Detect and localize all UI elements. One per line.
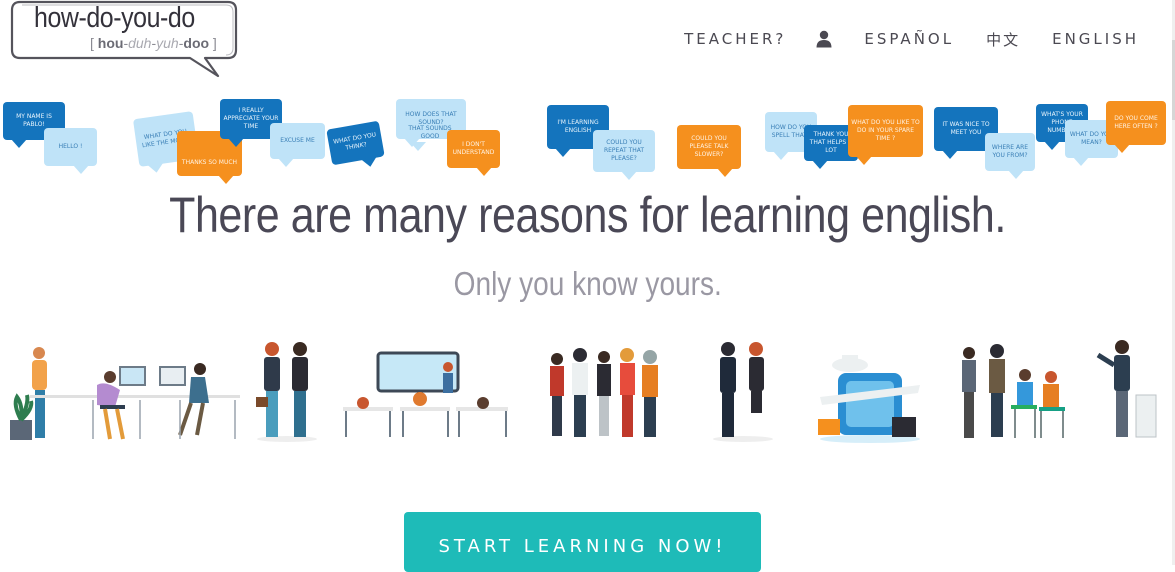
speech-bubble: COULD YOU REPEAT THAT PLEASE? [593, 130, 655, 180]
start-learning-button[interactable]: START LEARNING NOW! [404, 512, 761, 572]
speech-bubbles-banner: MY NAME IS PABLO! HELLO ! WHAT DO YOU LI… [0, 95, 1175, 185]
nav-english-link[interactable]: ENGLISH [1052, 30, 1139, 48]
meeting-illustration [962, 344, 1065, 438]
office-scene-illustration [10, 347, 240, 440]
start-learning-button-label: START LEARNING NOW! [438, 536, 727, 557]
couple-illustration [713, 342, 773, 442]
user-icon[interactable] [816, 30, 832, 48]
nav-chinese-link[interactable]: 中文 [986, 29, 1020, 50]
speech-bubble: COULD YOU PLEASE TALK SLOWER? [677, 125, 741, 177]
speech-bubble: DO YOU COME HERE OFTEN ? [1106, 101, 1166, 153]
nav-espanol-link[interactable]: ESPAÑOL [864, 30, 954, 48]
classroom-illustration [343, 351, 508, 437]
logo-title: how-do-you-do [34, 2, 195, 34]
speech-bubble: HELLO ! [44, 128, 97, 174]
travel-suitcase-illustration [818, 355, 920, 443]
top-navigation: TEACHER? ESPAÑOL 中文 ENGLISH [652, 28, 1139, 50]
page-headline: There are many reasons for learning engl… [169, 187, 1006, 243]
site-logo[interactable]: how-do-you-do [ hou-duh-yuh-doo ] [0, 0, 245, 80]
speech-bubble: I DON'T UNDERSTAND [447, 130, 500, 176]
logo-pronunciation: [ hou-duh-yuh-doo ] [90, 35, 217, 51]
nav-teacher-link[interactable]: TEACHER? [684, 30, 786, 48]
group-of-friends-illustration [550, 348, 658, 437]
speech-bubble: WHERE ARE YOU FROM? [985, 133, 1035, 179]
presenter-illustration [1096, 340, 1157, 438]
speech-bubble: EXCUSE ME [270, 123, 325, 167]
two-women-illustration [256, 342, 317, 442]
page-subheadline: Only you know yours. [453, 265, 722, 302]
speech-bubble: WHAT DO YOU THINK? [326, 120, 385, 166]
illustrations-row [0, 335, 1175, 445]
speech-bubble: WHAT DO YOU LIKE TO DO IN YOUR SPARE TIM… [848, 105, 923, 165]
